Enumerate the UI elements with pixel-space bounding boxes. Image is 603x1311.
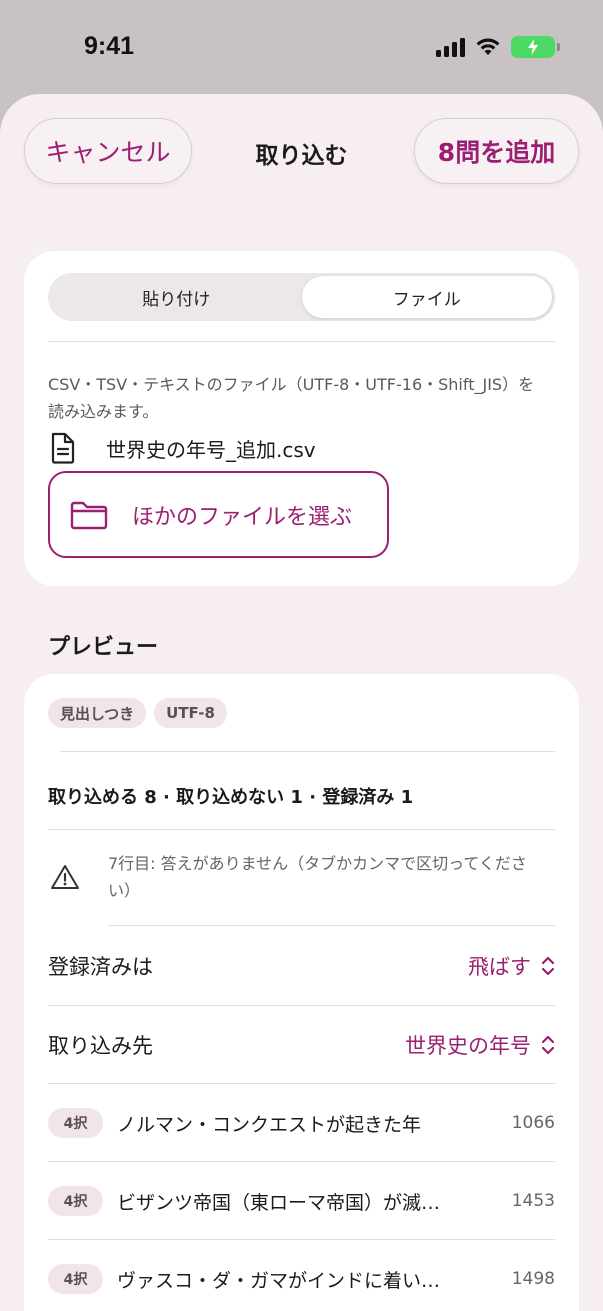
divider	[60, 751, 555, 752]
document-icon	[51, 432, 75, 464]
divider	[108, 925, 555, 926]
duplicate-handling-label: 登録済みは	[48, 955, 153, 979]
tab-paste[interactable]: 貼り付け	[51, 276, 302, 318]
tab-file[interactable]: ファイル	[301, 276, 552, 318]
list-item: 4択 ヴァスコ・ダ・ガマがインドに着い… 1498	[48, 1240, 555, 1311]
list-item: 4択 ノルマン・コンクエストが起きた年 1066	[48, 1084, 555, 1162]
question-type-badge: 4択	[48, 1186, 103, 1216]
destination-label: 取り込み先	[48, 1034, 153, 1058]
add-questions-button[interactable]: 8問を追加	[414, 118, 579, 184]
import-summary: 取り込める 8 · 取り込めない 1 · 登録済み 1	[48, 787, 414, 808]
choose-other-file-button[interactable]: ほかのファイルを選ぶ	[48, 471, 389, 558]
destination-row[interactable]: 取り込み先 世界史の年号	[48, 1006, 555, 1084]
question-type-badge: 4択	[48, 1264, 103, 1294]
file-format-description: CSV・TSV・テキストのファイル（UTF-8・UTF-16・Shift_JIS…	[48, 375, 535, 421]
source-segmented-control: 貼り付け ファイル	[48, 273, 555, 321]
battery-icon	[511, 36, 560, 58]
folder-icon	[70, 501, 108, 529]
divider	[48, 829, 555, 830]
preview-header: プレビュー	[48, 635, 159, 660]
preview-badges: 見出しつき UTF-8	[48, 698, 227, 728]
import-sheet: キャンセル 取り込む 8問を追加 貼り付け ファイル CSV・TSV・テキストの…	[0, 94, 603, 1311]
question-answer: 1453	[511, 1191, 555, 1211]
question-text: ヴァスコ・ダ・ガマがインドに着い…	[117, 1269, 441, 1292]
destination-value[interactable]: 世界史の年号	[405, 1030, 555, 1060]
wifi-icon	[476, 38, 500, 55]
cellular-signal-icon	[436, 37, 465, 57]
question-answer: 1498	[511, 1269, 555, 1289]
list-item: 4択 ビザンツ帝国（東ローマ帝国）が滅… 1453	[48, 1162, 555, 1240]
status-bar: 9:41	[0, 0, 603, 92]
chevron-up-down-icon	[541, 1035, 555, 1055]
chevron-up-down-icon	[541, 956, 555, 976]
question-text: ビザンツ帝国（東ローマ帝国）が滅…	[117, 1191, 441, 1214]
duplicate-handling-value-text: 飛ばす	[468, 955, 531, 979]
choose-other-file-label: ほかのファイルを選ぶ	[132, 504, 353, 530]
header-badge: 見出しつき	[48, 698, 147, 728]
status-time: 9:41	[84, 32, 135, 60]
warning-icon	[51, 865, 79, 889]
question-text: ノルマン・コンクエストが起きた年	[117, 1113, 422, 1136]
duplicate-handling-row[interactable]: 登録済みは 飛ばす	[48, 927, 555, 1005]
duplicate-handling-value[interactable]: 飛ばす	[468, 951, 555, 981]
status-icons	[436, 36, 560, 58]
divider	[48, 341, 555, 342]
source-card: 貼り付け ファイル CSV・TSV・テキストのファイル（UTF-8・UTF-16…	[24, 251, 579, 586]
warning-message: 7行目: 答えがありません（タブかカンマで区切ってください）	[108, 854, 527, 900]
preview-card: 見出しつき UTF-8 取り込める 8 · 取り込めない 1 · 登録済み 1 …	[24, 674, 579, 1311]
selected-file-name: 世界史の年号_追加.csv	[106, 437, 316, 462]
question-answer: 1066	[511, 1113, 555, 1133]
selected-file-row: 世界史の年号_追加.csv	[50, 432, 316, 464]
destination-value-text: 世界史の年号	[405, 1034, 531, 1058]
question-type-badge: 4択	[48, 1108, 103, 1138]
encoding-badge: UTF-8	[154, 698, 227, 728]
